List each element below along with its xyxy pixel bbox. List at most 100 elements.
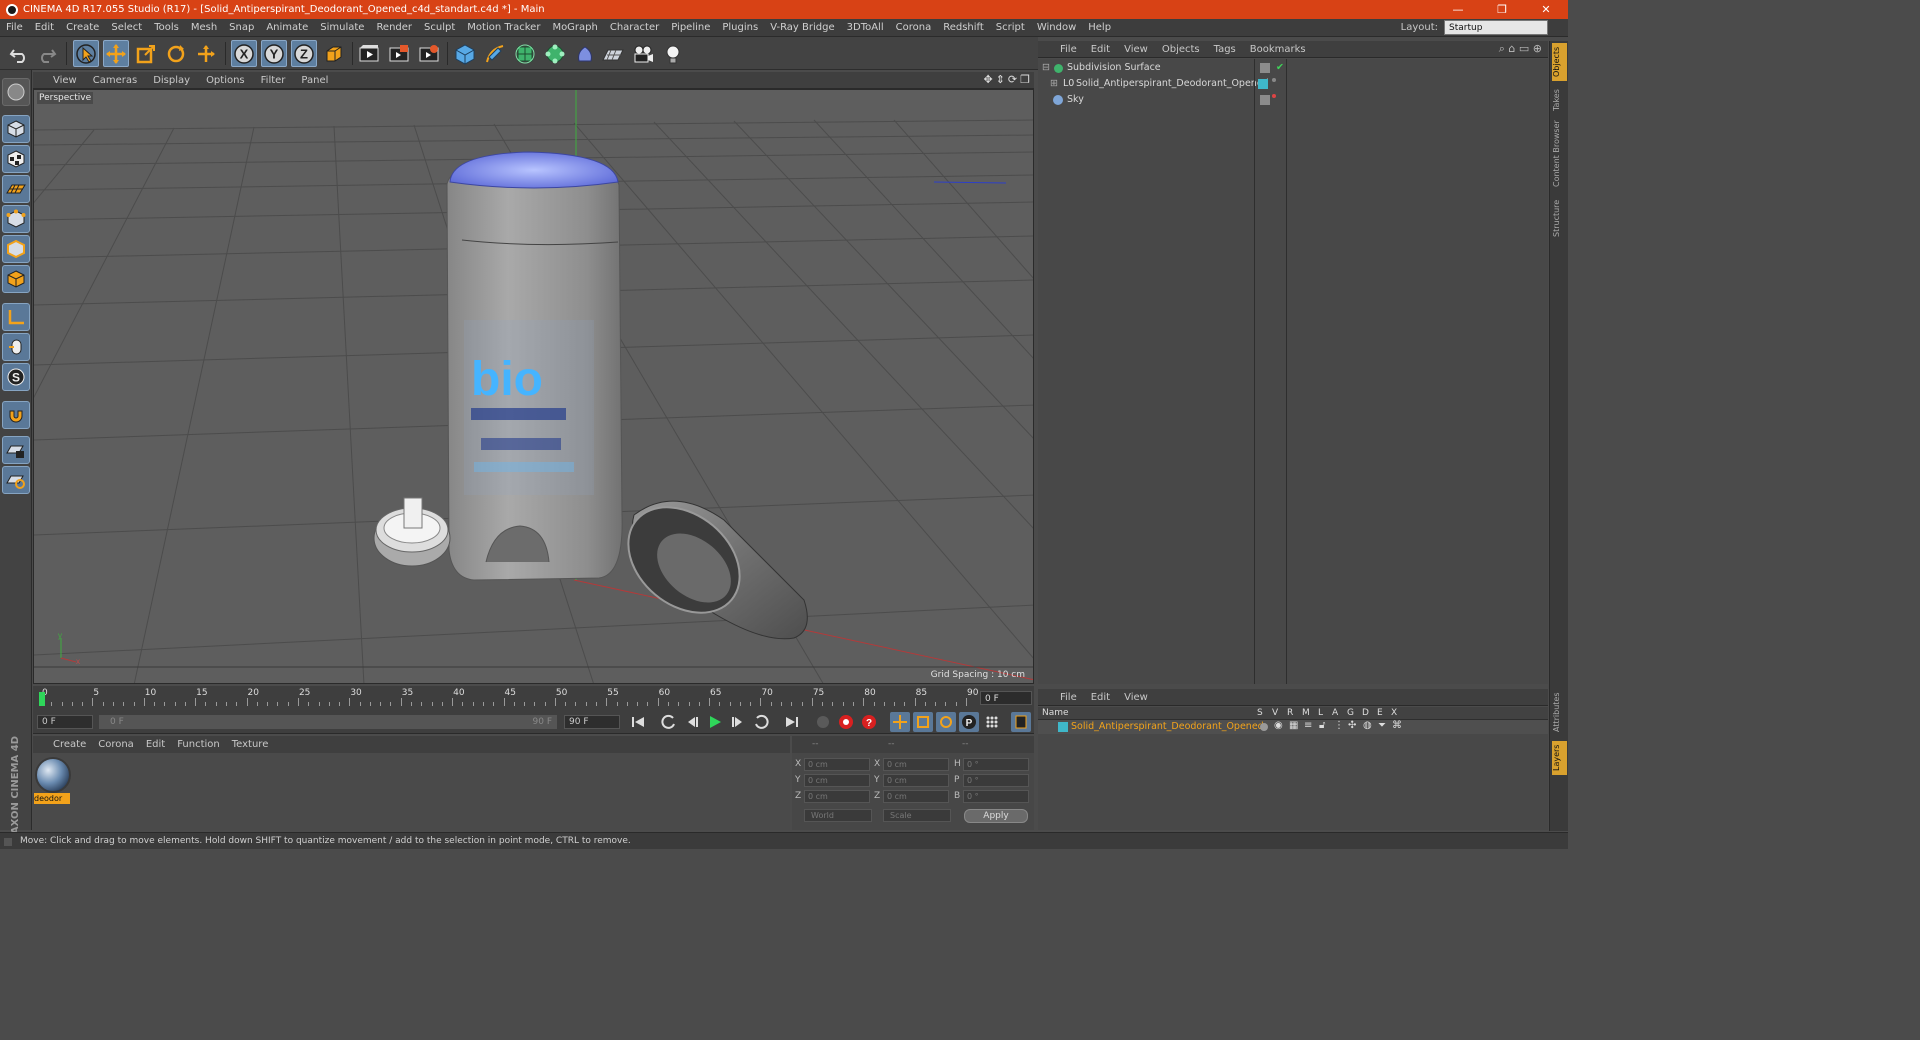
- next-frame-icon[interactable]: [728, 712, 748, 732]
- scale-icon[interactable]: [133, 40, 159, 67]
- coord-size-y-field[interactable]: 0 cm: [883, 774, 949, 787]
- layer-manager-icon[interactable]: ≡: [1304, 720, 1312, 731]
- key-parameter-icon[interactable]: P: [959, 712, 979, 732]
- material-menu-create[interactable]: Create: [33, 739, 92, 750]
- expand-icon[interactable]: ⊞: [1050, 76, 1058, 92]
- magnet-icon[interactable]: [2, 401, 30, 429]
- lm-menu-view[interactable]: View: [1117, 692, 1155, 703]
- playhead[interactable]: [39, 692, 45, 706]
- prev-frame-icon[interactable]: [682, 712, 702, 732]
- menu-3dtoall[interactable]: 3DToAll: [841, 22, 890, 33]
- render-view-icon[interactable]: [356, 40, 382, 67]
- key-pla-icon[interactable]: [982, 712, 1002, 732]
- menu-plugins[interactable]: Plugins: [716, 22, 764, 33]
- layer-visible-icon[interactable]: ◉: [1274, 720, 1283, 731]
- material-menu-corona[interactable]: Corona: [92, 739, 140, 750]
- goto-end-icon[interactable]: [782, 712, 802, 732]
- menu-mesh[interactable]: Mesh: [185, 22, 223, 33]
- menu-file[interactable]: File: [0, 22, 29, 33]
- minimize-button[interactable]: —: [1436, 0, 1480, 19]
- dolly-icon[interactable]: ⇕: [996, 73, 1005, 86]
- tab-structure[interactable]: Structure: [1552, 196, 1567, 240]
- make-editable-icon[interactable]: [2, 78, 30, 106]
- viewport-menu-cameras[interactable]: Cameras: [85, 75, 145, 86]
- move-tool-icon[interactable]: [193, 40, 219, 67]
- coord-size-z-field[interactable]: 0 cm: [883, 790, 949, 803]
- deformer-icon[interactable]: [572, 40, 598, 67]
- close-button[interactable]: ✕: [1524, 0, 1568, 19]
- layer-row[interactable]: Solid_Antiperspirant_Deodorant_Opened ◉ …: [1038, 720, 1548, 734]
- render-settings-icon[interactable]: [416, 40, 442, 67]
- toggle-view-icon[interactable]: ❐: [1020, 73, 1030, 86]
- tab-layers[interactable]: Layers: [1552, 741, 1567, 775]
- viewport-menu-view[interactable]: View: [33, 75, 85, 86]
- model-mode-icon[interactable]: [2, 115, 30, 143]
- layer-deformer-icon[interactable]: ◍: [1363, 720, 1372, 731]
- x-axis-icon[interactable]: X: [231, 40, 257, 67]
- key-rotation-icon[interactable]: [936, 712, 956, 732]
- tab-attributes[interactable]: Attributes: [1552, 689, 1567, 735]
- material-menu-texture[interactable]: Texture: [226, 739, 275, 750]
- z-axis-icon[interactable]: Z: [291, 40, 317, 67]
- autokey-icon[interactable]: [836, 712, 856, 732]
- floor-icon[interactable]: [600, 40, 626, 67]
- undo-icon[interactable]: [6, 40, 32, 67]
- perspective-viewport[interactable]: bio y x Perspective Grid Spacing: 10 cm: [33, 89, 1034, 684]
- cube-icon[interactable]: [452, 40, 478, 67]
- object-row-deodorant[interactable]: ⊞ L0 Solid_Antiperspirant_Deodorant_Open…: [1038, 76, 1548, 92]
- current-frame-field[interactable]: 0 F: [980, 691, 1032, 705]
- om-menu-objects[interactable]: Objects: [1155, 44, 1207, 55]
- layer-animation-icon[interactable]: ⋮: [1334, 720, 1344, 731]
- viewport-menu-options[interactable]: Options: [198, 75, 253, 86]
- points-mode-icon[interactable]: [2, 205, 30, 233]
- om-menu-view[interactable]: View: [1117, 44, 1155, 55]
- start-frame-field[interactable]: 0 F: [37, 715, 93, 729]
- tab-objects[interactable]: Objects: [1552, 43, 1567, 81]
- coord-rot-p-field[interactable]: 0 °: [963, 774, 1029, 787]
- prev-key-icon[interactable]: [659, 712, 679, 732]
- om-menu-bookmarks[interactable]: Bookmarks: [1243, 44, 1313, 55]
- menu-edit[interactable]: Edit: [29, 22, 60, 33]
- lm-menu-edit[interactable]: Edit: [1084, 692, 1117, 703]
- viewport-menu-display[interactable]: Display: [145, 75, 198, 86]
- move-icon[interactable]: [103, 40, 129, 67]
- menu-vray-bridge[interactable]: V-Ray Bridge: [764, 22, 840, 33]
- pan-icon[interactable]: ✥: [983, 73, 992, 86]
- menu-corona[interactable]: Corona: [890, 22, 938, 33]
- coord-mode-select[interactable]: Scale: [883, 809, 951, 822]
- maximize-button[interactable]: ❐: [1480, 0, 1524, 19]
- menu-animate[interactable]: Animate: [260, 22, 314, 33]
- key-position-icon[interactable]: [890, 712, 910, 732]
- menu-pipeline[interactable]: Pipeline: [665, 22, 716, 33]
- snap-icon[interactable]: S: [2, 363, 30, 391]
- coord-rot-b-field[interactable]: 0 °: [963, 790, 1029, 803]
- redo-icon[interactable]: [34, 40, 60, 67]
- end-frame-field[interactable]: 90 F: [564, 715, 620, 729]
- apply-button[interactable]: Apply: [964, 809, 1028, 823]
- coordinate-system-icon[interactable]: [321, 40, 347, 67]
- layout-select[interactable]: Startup: [1444, 20, 1548, 35]
- edges-mode-icon[interactable]: [2, 235, 30, 263]
- play-icon[interactable]: [705, 712, 725, 732]
- tab-content-browser[interactable]: Content Browser: [1552, 119, 1567, 189]
- planar-workplane-icon[interactable]: [2, 466, 30, 494]
- record-keys-icon[interactable]: [813, 712, 833, 732]
- rotate-icon[interactable]: [163, 40, 189, 67]
- menu-window[interactable]: Window: [1031, 22, 1082, 33]
- om-menu-file[interactable]: File: [1038, 44, 1084, 55]
- menu-select[interactable]: Select: [105, 22, 148, 33]
- viewport-menu-panel[interactable]: Panel: [293, 75, 336, 86]
- layer-name[interactable]: Solid_Antiperspirant_Deodorant_Opened: [1071, 720, 1264, 734]
- om-search-icon[interactable]: ⌕ ⌂ ▭ ⊕: [1499, 42, 1542, 56]
- material-menu-edit[interactable]: Edit: [140, 739, 171, 750]
- timeline-window-icon[interactable]: [1011, 712, 1031, 732]
- viewport-menu-filter[interactable]: Filter: [253, 75, 294, 86]
- coord-pos-y-field[interactable]: 0 cm: [804, 774, 870, 787]
- y-axis-icon[interactable]: Y: [261, 40, 287, 67]
- layer-render-icon[interactable]: ▦: [1289, 720, 1298, 731]
- axis-mode-icon[interactable]: [2, 303, 30, 331]
- goto-start-icon[interactable]: [628, 712, 648, 732]
- texture-mode-icon[interactable]: [2, 145, 30, 173]
- lm-menu-file[interactable]: File: [1038, 692, 1084, 703]
- menu-tools[interactable]: Tools: [148, 22, 185, 33]
